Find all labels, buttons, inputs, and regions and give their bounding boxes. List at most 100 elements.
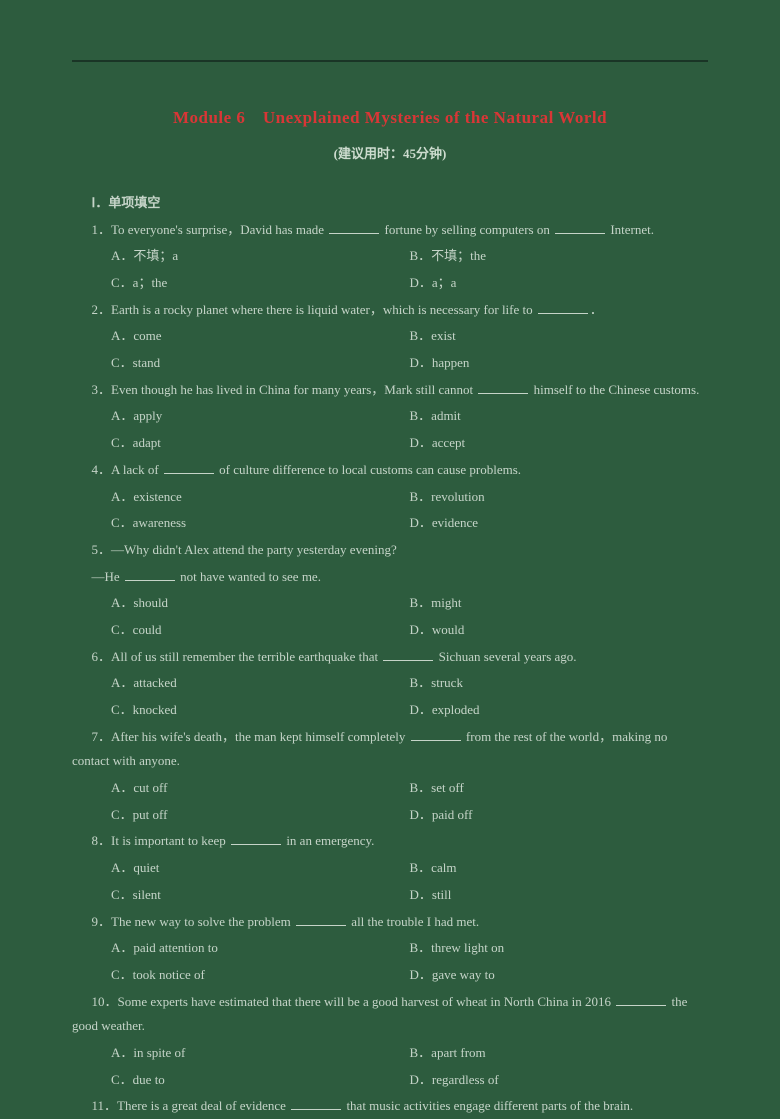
q7-b: B．set off — [410, 776, 709, 801]
q3-c: C．adapt — [111, 431, 410, 456]
blank — [164, 461, 214, 474]
q4-stem: 4．A lack of of culture difference to loc… — [72, 458, 708, 483]
q2-t2: ． — [590, 302, 603, 317]
q5-b: B．might — [410, 591, 709, 616]
blank — [296, 912, 346, 925]
q5-a: A．should — [111, 591, 410, 616]
q10-c: C．due to — [111, 1068, 410, 1093]
q3-opts: A．applyB．admit — [111, 404, 708, 429]
q4-opts: A．existenceB．revolution — [111, 485, 708, 510]
q11-t2: that music activities engage different p… — [343, 1098, 633, 1113]
q5-c: C．could — [111, 618, 410, 643]
q11-t1: 11．There is a great deal of evidence — [92, 1098, 290, 1113]
q5-t1: —He — [92, 569, 123, 584]
q1-t1: 1．To everyone's surprise，David has made — [92, 222, 328, 237]
q3-stem: 3．Even though he has lived in China for … — [72, 378, 708, 403]
q6-a: A．attacked — [111, 671, 410, 696]
q4-c: C．awareness — [111, 511, 410, 536]
q1-b: B．不填；the — [410, 244, 709, 269]
blank — [383, 647, 433, 660]
q2-opts: A．comeB．exist — [111, 324, 708, 349]
q5-d: D．would — [410, 618, 709, 643]
q8-b: B．calm — [410, 856, 709, 881]
q7-a: A．cut off — [111, 776, 410, 801]
q8-c: C．silent — [111, 883, 410, 908]
q10-opts2: C．due toD．regardless of — [111, 1068, 708, 1093]
time-note: (建议用时：45分钟) — [72, 142, 708, 167]
q6-t1: 6．All of us still remember the terrible … — [92, 649, 382, 664]
q6-c: C．knocked — [111, 698, 410, 723]
q2-stem: 2．Earth is a rocky planet where there is… — [72, 298, 708, 323]
module-title: Module 6 Unexplained Mysteries of the Na… — [72, 102, 708, 134]
q9-stem: 9．The new way to solve the problem all t… — [72, 910, 708, 935]
q8-opts2: C．silentD．still — [111, 883, 708, 908]
q7-opts: A．cut offB．set off — [111, 776, 708, 801]
q3-d: D．accept — [410, 431, 709, 456]
q10-opts: A．in spite ofB．apart from — [111, 1041, 708, 1066]
q3-t2: himself to the Chinese customs. — [530, 382, 699, 397]
q1-t3: Internet. — [607, 222, 654, 237]
q4-d: D．evidence — [410, 511, 709, 536]
q7-d: D．paid off — [410, 803, 709, 828]
section-heading: Ⅰ．单项填空 — [72, 191, 708, 216]
q11-stem: 11．There is a great deal of evidence tha… — [72, 1094, 708, 1119]
q6-t2: Sichuan several years ago. — [435, 649, 576, 664]
blank — [329, 220, 379, 233]
blank — [125, 567, 175, 580]
q1-stem: 1．To everyone's surprise，David has made … — [72, 218, 708, 243]
q9-a: A．paid attention to — [111, 936, 410, 961]
q3-t1: 3．Even though he has lived in China for … — [92, 382, 477, 397]
q3-b: B．admit — [410, 404, 709, 429]
blank — [291, 1097, 341, 1110]
q2-opts2: C．standD．happen — [111, 351, 708, 376]
q5-stem1: 5．—Why didn't Alex attend the party yest… — [72, 538, 708, 563]
q8-a: A．quiet — [111, 856, 410, 881]
q1-c: C．a；the — [111, 271, 410, 296]
q8-opts: A．quietB．calm — [111, 856, 708, 881]
q5-t2: not have wanted to see me. — [177, 569, 321, 584]
blank — [411, 727, 461, 740]
q1-d: D．a；a — [410, 271, 709, 296]
q5-stem2: —He not have wanted to see me. — [72, 565, 708, 590]
q10-t1: 10．Some experts have estimated that ther… — [92, 994, 615, 1009]
q2-d: D．happen — [410, 351, 709, 376]
q1-t2: fortune by selling computers on — [381, 222, 553, 237]
q4-opts2: C．awarenessD．evidence — [111, 511, 708, 536]
q1-a: A．不填；a — [111, 244, 410, 269]
top-rule — [72, 60, 708, 62]
q5-opts2: C．couldD．would — [111, 618, 708, 643]
q7-c: C．put off — [111, 803, 410, 828]
q9-d: D．gave way to — [410, 963, 709, 988]
q2-b: B．exist — [410, 324, 709, 349]
q8-d: D．still — [410, 883, 709, 908]
q6-opts: A．attackedB．struck — [111, 671, 708, 696]
q9-b: B．threw light on — [410, 936, 709, 961]
q1-opts2: C．a；theD．a；a — [111, 271, 708, 296]
q9-opts2: C．took notice ofD．gave way to — [111, 963, 708, 988]
blank — [616, 992, 666, 1005]
blank — [555, 220, 605, 233]
q7-t1: 7．After his wife's death，the man kept hi… — [92, 729, 409, 744]
q4-a: A．existence — [111, 485, 410, 510]
q3-opts2: C．adaptD．accept — [111, 431, 708, 456]
q6-opts2: C．knockedD．exploded — [111, 698, 708, 723]
blank — [538, 300, 588, 313]
q9-t2: all the trouble I had met. — [348, 914, 479, 929]
q6-stem: 6．All of us still remember the terrible … — [72, 645, 708, 670]
q6-b: B．struck — [410, 671, 709, 696]
q4-b: B．revolution — [410, 485, 709, 510]
q4-t1: 4．A lack of — [92, 462, 162, 477]
q10-a: A．in spite of — [111, 1041, 410, 1066]
blank — [478, 380, 528, 393]
q8-t2: in an emergency. — [283, 833, 374, 848]
q10-stem: 10．Some experts have estimated that ther… — [72, 990, 708, 1039]
q10-d: D．regardless of — [410, 1068, 709, 1093]
q1-opts: A．不填；aB．不填；the — [111, 244, 708, 269]
blank — [231, 832, 281, 845]
q9-t1: 9．The new way to solve the problem — [92, 914, 295, 929]
q7-stem: 7．After his wife's death，the man kept hi… — [72, 725, 708, 774]
q9-c: C．took notice of — [111, 963, 410, 988]
q2-a: A．come — [111, 324, 410, 349]
q2-t1: 2．Earth is a rocky planet where there is… — [92, 302, 536, 317]
q8-stem: 8．It is important to keep in an emergenc… — [72, 829, 708, 854]
